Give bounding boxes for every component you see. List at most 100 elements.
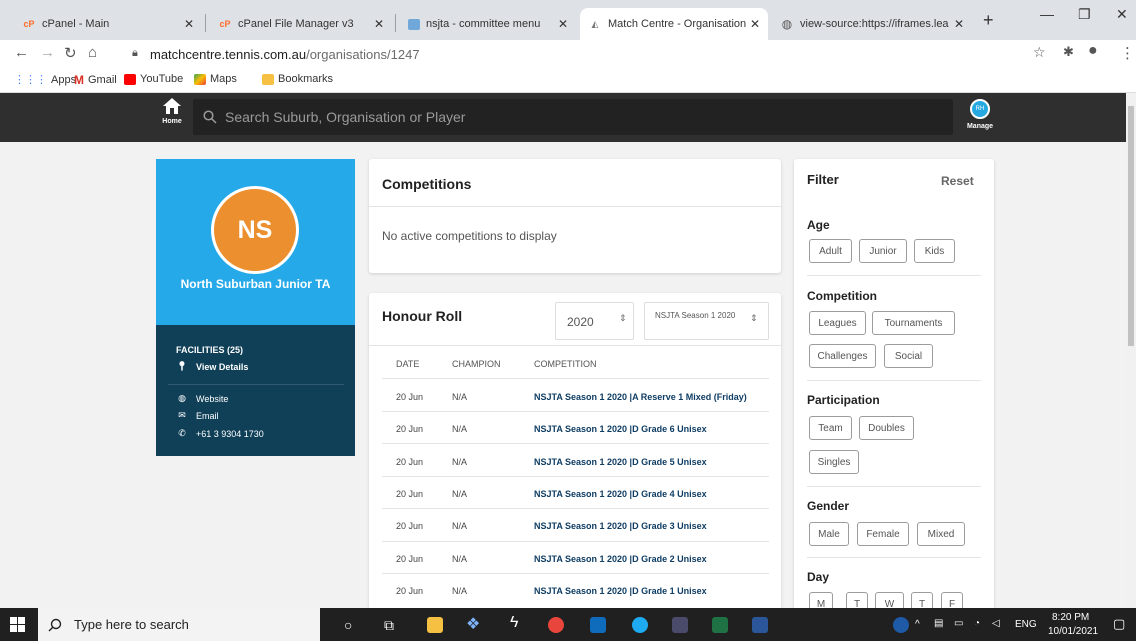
menu-icon[interactable]: ⋮ bbox=[1120, 44, 1135, 62]
home-icon[interactable]: ⌂ bbox=[88, 44, 97, 61]
bookmark-youtube[interactable]: YouTube bbox=[124, 73, 183, 85]
filter-gender-female[interactable]: Female bbox=[857, 522, 909, 546]
url-path: /organisations/1247 bbox=[306, 47, 420, 62]
home-button[interactable]: Home bbox=[160, 97, 184, 125]
network-icon[interactable]: ▤ bbox=[934, 618, 943, 629]
reset-button[interactable]: Reset bbox=[941, 174, 974, 188]
minimize-icon[interactable]: — bbox=[1040, 6, 1054, 22]
filter-competition-leagues[interactable]: Leagues bbox=[809, 311, 866, 335]
file-explorer-icon[interactable] bbox=[427, 617, 443, 633]
app-icon[interactable]: ϟ bbox=[510, 614, 518, 632]
filter-gender-male[interactable]: Male bbox=[809, 522, 849, 546]
extensions-icon[interactable]: ✱ bbox=[1063, 44, 1074, 60]
filter-age-adult[interactable]: Adult bbox=[809, 239, 852, 263]
website-link[interactable]: ◍ Website bbox=[176, 393, 228, 404]
volume-icon[interactable]: ◁ bbox=[992, 618, 1000, 629]
close-tab-icon[interactable]: ✕ bbox=[558, 17, 568, 31]
excel-icon[interactable] bbox=[712, 617, 728, 633]
competition-link[interactable]: NSJTA Season 1 2020 |D Grade 5 Unisex bbox=[534, 457, 707, 467]
battery-icon[interactable]: ▭ bbox=[954, 618, 963, 629]
filter-participation-doubles[interactable]: Doubles bbox=[859, 416, 914, 440]
clock-time[interactable]: 8:20 PM bbox=[1052, 612, 1089, 623]
table-row-divider bbox=[382, 378, 769, 379]
bookmark-gmail[interactable]: M Gmail bbox=[74, 73, 117, 87]
card-divider bbox=[369, 206, 781, 207]
tab-match-centre[interactable]: ◭ Match Centre - Organisation P ✕ bbox=[580, 8, 768, 40]
outlook-icon[interactable] bbox=[590, 617, 606, 633]
close-tab-icon[interactable]: ✕ bbox=[954, 17, 964, 31]
skype-icon[interactable] bbox=[632, 617, 648, 633]
year-select[interactable]: 2020 ⇕ bbox=[555, 302, 634, 340]
filter-participation-team[interactable]: Team bbox=[809, 416, 852, 440]
competition-link[interactable]: NSJTA Season 1 2020 |A Reserve 1 Mixed (… bbox=[534, 392, 747, 402]
competition-link[interactable]: NSJTA Season 1 2020 |D Grade 4 Unisex bbox=[534, 489, 707, 499]
filter-competition-challenges[interactable]: Challenges bbox=[809, 344, 876, 368]
help-icon[interactable] bbox=[893, 617, 909, 633]
task-view-icon[interactable]: ⧉ bbox=[384, 617, 394, 634]
reload-icon[interactable]: ↻ bbox=[64, 44, 77, 62]
competition-link[interactable]: NSJTA Season 1 2020 |D Grade 2 Unisex bbox=[534, 554, 707, 564]
chrome-icon[interactable] bbox=[548, 617, 564, 633]
app-icon[interactable] bbox=[672, 617, 688, 633]
tab-nsjta-committee[interactable]: nsjta - committee menu ✕ bbox=[400, 8, 576, 40]
competition-link[interactable]: NSJTA Season 1 2020 |D Grade 3 Unisex bbox=[534, 521, 707, 531]
season-select[interactable]: NSJTA Season 1 2020 ⇕ bbox=[644, 302, 769, 340]
competition-link[interactable]: NSJTA Season 1 2020 |D Grade 1 Unisex bbox=[534, 586, 707, 596]
select-arrows-icon: ⇕ bbox=[750, 313, 758, 323]
show-hidden-icons[interactable]: ^ bbox=[915, 619, 920, 630]
tab-cpanel-file-manager[interactable]: cP cPanel File Manager v3 ✕ bbox=[210, 8, 392, 40]
close-tab-icon[interactable]: ✕ bbox=[750, 17, 760, 31]
no-competitions-text: No active competitions to display bbox=[382, 229, 557, 243]
facilities-count: FACILITIES (25) bbox=[176, 345, 244, 355]
competition-link[interactable]: NSJTA Season 1 2020 |D Grade 6 Unisex bbox=[534, 424, 707, 434]
scrollbar-thumb[interactable] bbox=[1128, 106, 1134, 346]
close-tab-icon[interactable]: ✕ bbox=[184, 17, 194, 31]
manage-button[interactable]: RH Manage bbox=[960, 99, 1000, 130]
folder-icon bbox=[408, 18, 420, 30]
filter-competition-label: Competition bbox=[807, 289, 877, 303]
back-icon[interactable]: ← bbox=[14, 44, 29, 61]
maximize-icon[interactable]: ❐ bbox=[1078, 6, 1091, 23]
filter-age-junior[interactable]: Junior bbox=[859, 239, 907, 263]
tab-cpanel-main[interactable]: cP cPanel - Main ✕ bbox=[14, 8, 202, 40]
filter-divider bbox=[807, 275, 981, 276]
cortana-icon[interactable]: ○ bbox=[344, 617, 352, 633]
notifications-icon[interactable]: ▢ bbox=[1113, 616, 1125, 632]
tab-view-source[interactable]: ◍ view-source:https://iframes.lea ✕ bbox=[772, 8, 972, 40]
globe-icon: ◍ bbox=[178, 393, 186, 403]
close-tab-icon[interactable]: ✕ bbox=[374, 17, 384, 31]
clock-date[interactable]: 10/01/2021 bbox=[1048, 626, 1098, 637]
user-avatar: RH bbox=[970, 99, 990, 119]
phone-link[interactable]: ✆ +61 3 9304 1730 bbox=[176, 428, 264, 439]
close-window-icon[interactable]: ✕ bbox=[1116, 6, 1128, 23]
filter-age-kids[interactable]: Kids bbox=[914, 239, 955, 263]
bookmark-apps[interactable]: ⋮⋮⋮ Apps bbox=[14, 73, 76, 87]
filter-gender-mixed[interactable]: Mixed bbox=[917, 522, 965, 546]
filter-competition-tournaments[interactable]: Tournaments bbox=[872, 311, 955, 335]
forward-icon[interactable]: → bbox=[40, 44, 55, 61]
filter-competition-social[interactable]: Social bbox=[884, 344, 933, 368]
url-field[interactable]: matchcentre.tennis.com.au/organisations/… bbox=[150, 47, 420, 62]
maps-icon bbox=[194, 73, 206, 85]
honour-roll-card bbox=[369, 293, 781, 613]
bookmark-maps[interactable]: Maps bbox=[194, 73, 237, 85]
honour-roll-title: Honour Roll bbox=[382, 308, 463, 324]
search-input[interactable]: Search Suburb, Organisation or Player bbox=[193, 99, 953, 135]
cpanel-icon: cP bbox=[23, 19, 35, 29]
globe-icon: ◍ bbox=[781, 17, 793, 31]
star-icon[interactable]: ☆ bbox=[1033, 44, 1046, 61]
filter-participation-singles[interactable]: Singles bbox=[809, 450, 859, 474]
language-indicator[interactable]: ENG bbox=[1015, 619, 1037, 630]
filter-divider bbox=[807, 380, 981, 381]
email-link[interactable]: ✉ Email bbox=[176, 410, 218, 421]
dropbox-icon[interactable]: ❖ bbox=[466, 614, 480, 634]
word-icon[interactable] bbox=[752, 617, 768, 633]
new-tab-button[interactable]: + bbox=[983, 10, 994, 31]
bookmark-folder[interactable]: Bookmarks bbox=[262, 73, 333, 85]
taskbar-search-input[interactable]: Type here to search bbox=[38, 608, 320, 641]
wifi-icon[interactable]: ◔ bbox=[974, 618, 980, 629]
view-details-link[interactable]: 📍︎ View Details bbox=[176, 361, 248, 372]
card-divider bbox=[369, 345, 781, 346]
windows-start-icon[interactable] bbox=[10, 617, 25, 637]
profile-icon[interactable]: ● bbox=[1088, 42, 1098, 60]
